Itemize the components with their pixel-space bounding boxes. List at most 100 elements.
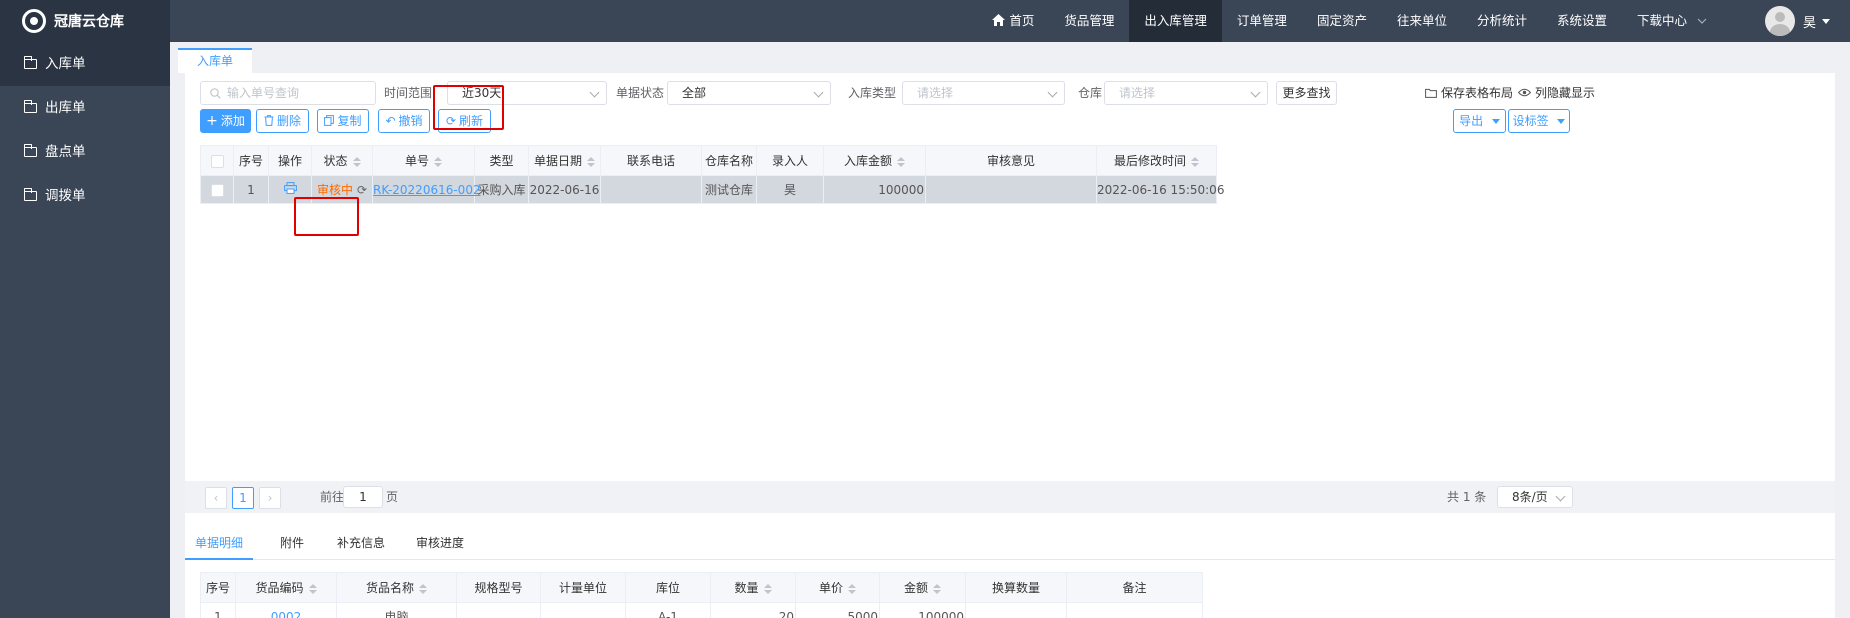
status-select[interactable]: 全部 xyxy=(667,81,831,105)
column-header-label: 最后修改时间 xyxy=(1113,154,1186,168)
delete-button[interactable]: 删除 xyxy=(256,109,309,133)
search-placeholder: 输入单号查询 xyxy=(227,86,300,100)
warehouse-select[interactable]: 请选择 xyxy=(1104,81,1268,105)
copy-button[interactable]: 复制 xyxy=(317,109,369,133)
sort-icon[interactable] xyxy=(848,583,856,594)
set-tag-button[interactable]: 设标签 xyxy=(1508,109,1570,133)
sort-icon[interactable] xyxy=(933,583,941,594)
column-header-sortable[interactable]: 金额 xyxy=(879,572,966,603)
page-size-select[interactable]: 8条/页 xyxy=(1497,486,1573,508)
select-all-checkbox[interactable] xyxy=(210,154,224,168)
tab-extra-info[interactable]: 补充信息 xyxy=(330,528,392,560)
cell-operator: 昊 xyxy=(756,175,824,204)
status-refresh-icon[interactable]: ⟳ xyxy=(357,183,367,197)
page-number-current[interactable]: 1 xyxy=(232,487,254,509)
goto-page-input[interactable]: 1 xyxy=(343,486,383,508)
column-header-sortable[interactable]: 货品名称 xyxy=(336,572,457,603)
tab-attachments[interactable]: 附件 xyxy=(268,528,316,560)
column-header-sortable[interactable]: 单价 xyxy=(795,572,880,603)
nav-item-downloads[interactable]: 下载中心 xyxy=(1622,0,1722,42)
nav-label: 首页 xyxy=(1009,13,1035,28)
inbound-type-select[interactable]: 请选择 xyxy=(902,81,1065,105)
status-text: 审核中 xyxy=(316,183,353,197)
tab-review-progress[interactable]: 审核进度 xyxy=(409,528,471,560)
print-icon[interactable] xyxy=(283,182,297,194)
sidebar-item-label: 出库单 xyxy=(45,100,86,116)
chevron-down-icon xyxy=(1697,18,1707,24)
status-value: 全部 xyxy=(682,86,707,100)
export-button[interactable]: 导出 xyxy=(1453,109,1506,133)
sort-icon[interactable] xyxy=(763,583,772,594)
column-header: 换算数量 xyxy=(965,572,1067,603)
column-header-sortable[interactable]: 数量 xyxy=(710,572,796,603)
column-header-label: 单号 xyxy=(404,154,429,168)
column-header: 审核意见 xyxy=(925,145,1097,176)
sidebar-item-label: 入库单 xyxy=(45,56,86,72)
add-button[interactable]: + 添加 xyxy=(200,109,251,133)
export-label: 导出 xyxy=(1459,114,1484,128)
inbound-table: 序号 操作 状态 单号 类型 单据日期 联系电话 仓库名称 录入人 入库金额 审… xyxy=(200,145,1224,204)
revoke-button[interactable]: ↶ 撤销 xyxy=(378,109,430,133)
app-logo[interactable]: 冠唐云仓库 xyxy=(0,0,170,42)
nav-item-orders[interactable]: 订单管理 xyxy=(1222,0,1302,42)
column-header-sortable[interactable]: 单号 xyxy=(372,145,475,176)
folder-icon xyxy=(23,56,37,69)
document-number-link[interactable]: RK-20220616-002 xyxy=(373,183,481,197)
sidebar-item-inbound[interactable]: 入库单 xyxy=(0,42,170,86)
row-checkbox[interactable] xyxy=(210,183,224,197)
nav-item-goods[interactable]: 货品管理 xyxy=(1049,0,1129,42)
column-header-sortable[interactable]: 最后修改时间 xyxy=(1096,145,1217,176)
nav-item-partners[interactable]: 往来单位 xyxy=(1382,0,1462,42)
sort-icon[interactable] xyxy=(308,583,317,594)
row-select-cell[interactable] xyxy=(200,175,234,204)
save-layout-button[interactable]: 保存表格布局 xyxy=(1425,81,1513,105)
caret-down-icon xyxy=(1557,119,1566,124)
sort-icon[interactable] xyxy=(434,156,442,167)
show-hidden-columns-button[interactable]: 列隐藏显示 xyxy=(1518,81,1595,105)
home-icon xyxy=(992,14,1006,26)
sort-icon[interactable] xyxy=(897,156,905,167)
search-input[interactable]: 输入单号查询 xyxy=(200,81,376,105)
highlight-box-status xyxy=(294,197,359,236)
sidebar-item-stocktake[interactable]: 盘点单 xyxy=(0,130,170,174)
chevron-down-icon xyxy=(589,87,600,98)
goods-code-link[interactable]: 0002 xyxy=(271,610,302,618)
next-page-button[interactable]: › xyxy=(259,487,281,509)
prev-page-button[interactable]: ‹ xyxy=(205,487,227,509)
total-count: 共 1 条 xyxy=(1447,490,1487,504)
nav-item-inout[interactable]: 出入库管理 xyxy=(1129,0,1222,42)
user-menu[interactable]: 昊 xyxy=(1764,5,1830,37)
column-header-label: 货品编码 xyxy=(255,581,304,595)
column-header: 操作 xyxy=(268,145,312,176)
column-header-sortable[interactable]: 入库金额 xyxy=(823,145,926,176)
tab-detail[interactable]: 单据明细 xyxy=(185,528,253,560)
cell-unit xyxy=(540,602,626,618)
nav-item-assets[interactable]: 固定资产 xyxy=(1302,0,1382,42)
cell-amount: 100000 xyxy=(823,175,926,204)
folder-icon xyxy=(23,144,37,157)
cell-type: 采购入库 xyxy=(474,175,529,204)
sidebar-item-outbound[interactable]: 出库单 xyxy=(0,86,170,130)
column-header-sortable[interactable]: 状态 xyxy=(311,145,373,176)
sort-icon[interactable] xyxy=(352,156,361,167)
sidebar-item-transfer[interactable]: 调拨单 xyxy=(0,174,170,218)
cell-modified: 2022-06-16 15:50:06 xyxy=(1096,175,1224,204)
time-range-label: 时间范围 xyxy=(384,86,433,100)
sort-icon[interactable] xyxy=(1191,156,1199,167)
status-label: 单据状态 xyxy=(616,86,665,100)
page-tab-inbound[interactable]: 入库单 xyxy=(178,48,252,73)
column-header-sortable[interactable]: 货品编码 xyxy=(235,572,337,603)
nav-item-home[interactable]: 首页 xyxy=(977,0,1049,42)
sort-icon[interactable] xyxy=(587,156,595,167)
folder-icon xyxy=(23,188,37,201)
sort-icon[interactable] xyxy=(419,583,427,594)
cell-amount: 100000 xyxy=(879,602,966,618)
more-search-button[interactable]: 更多查找 xyxy=(1276,81,1337,105)
nav-item-analytics[interactable]: 分析统计 xyxy=(1462,0,1542,42)
table-row[interactable]: 1 0002 电脑 A-1 20 5000 100000 xyxy=(200,602,1203,618)
column-header-label: 金额 xyxy=(903,581,928,595)
column-header-sortable[interactable]: 单据日期 xyxy=(528,145,601,176)
select-all-cell[interactable] xyxy=(200,145,234,176)
cell-date: 2022-06-16 xyxy=(528,175,601,204)
nav-item-settings[interactable]: 系统设置 xyxy=(1542,0,1622,42)
